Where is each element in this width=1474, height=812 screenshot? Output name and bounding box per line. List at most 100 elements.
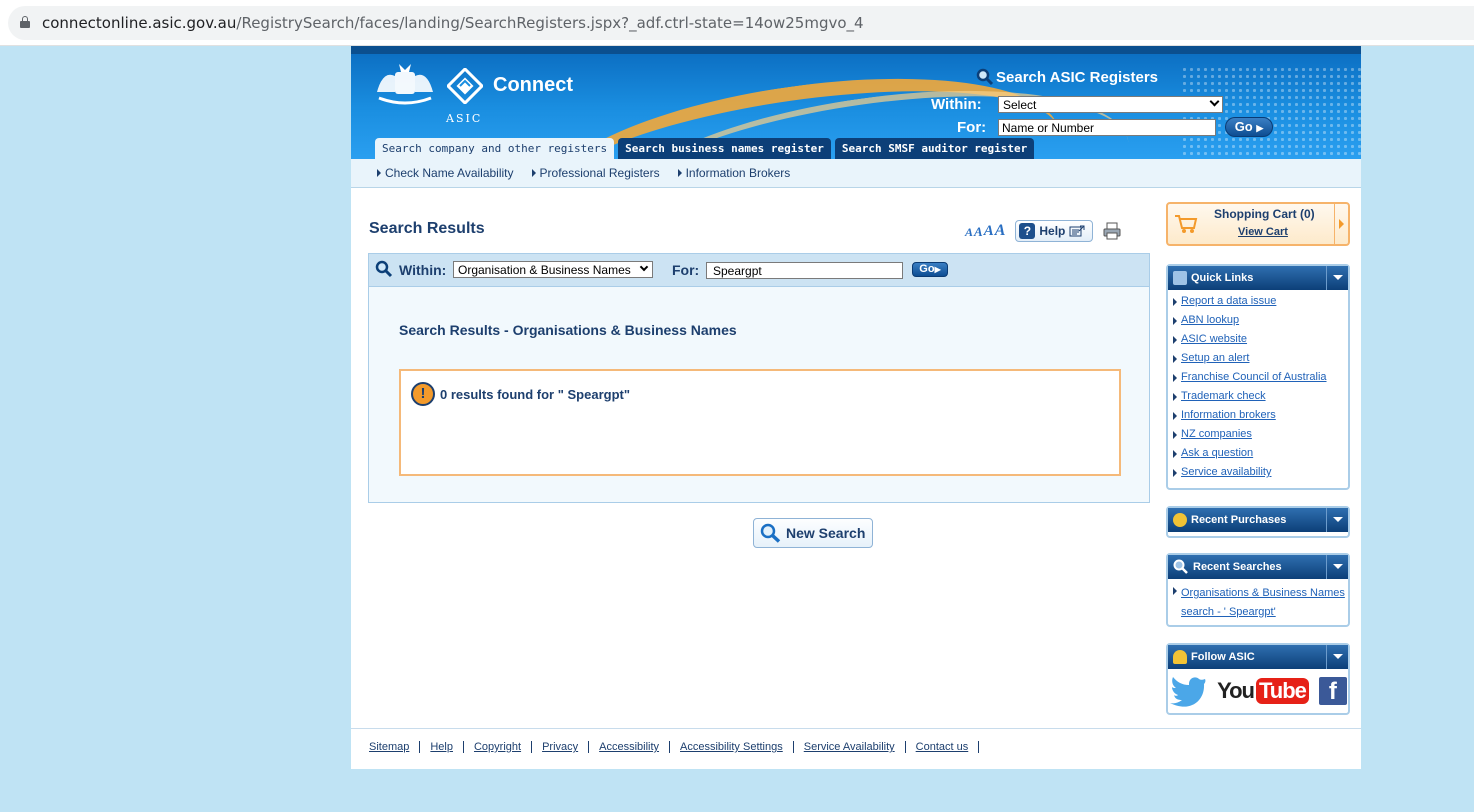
facebook-icon[interactable]: f: [1318, 677, 1347, 705]
url-path: /RegistrySearch/faces/landing/SearchRegi…: [236, 14, 864, 32]
header-for-input[interactable]: Name or Number: [998, 119, 1216, 136]
chevron-down-icon[interactable]: [1326, 266, 1348, 290]
warning-icon: !: [411, 382, 435, 406]
quick-link-abn-lookup[interactable]: ABN lookup: [1181, 314, 1239, 326]
footer-accessibility-settings[interactable]: Accessibility Settings: [680, 741, 783, 753]
quick-link-service-availability[interactable]: Service availability: [1181, 466, 1271, 478]
subnav-information-brokers[interactable]: Information Brokers: [677, 166, 791, 180]
twitter-icon[interactable]: [1169, 675, 1207, 707]
tab-company-registers[interactable]: Search company and other registers: [375, 138, 615, 159]
arrow-right-icon: [1173, 450, 1177, 458]
arrow-right-icon: [677, 169, 682, 177]
shopping-cart: Shopping Cart (0) View Cart: [1166, 202, 1350, 246]
footer-separator: [419, 741, 421, 753]
people-icon: [1173, 650, 1187, 664]
asic-connect-page: ASIC Connect Search ASIC Registers Withi…: [351, 46, 1361, 769]
results-within-select[interactable]: Organisation & Business Names: [453, 261, 653, 278]
quick-link-setup-alert[interactable]: Setup an alert: [1181, 352, 1250, 364]
help-label: Help: [1039, 224, 1066, 238]
header-top-strip: [351, 46, 1361, 54]
recent-searches-title: Recent Searches: [1193, 561, 1282, 573]
view-cart-link[interactable]: View Cart: [1238, 226, 1288, 238]
header-search-title-text: Search ASIC Registers: [996, 68, 1159, 86]
tab-smsf-auditor[interactable]: Search SMSF auditor register: [834, 138, 1035, 159]
recent-purchases-header[interactable]: Recent Purchases: [1168, 508, 1348, 532]
footer-accessibility[interactable]: Accessibility: [599, 741, 659, 753]
follow-asic-header[interactable]: Follow ASIC: [1168, 645, 1348, 669]
question-icon: ?: [1019, 223, 1036, 239]
cart-expand-arrow[interactable]: [1334, 204, 1348, 244]
footer-separator: [978, 741, 980, 753]
quick-link-report-data-issue[interactable]: Report a data issue: [1181, 295, 1276, 307]
new-search-button[interactable]: New Search: [753, 518, 873, 548]
list-item: Ask a question: [1173, 447, 1348, 466]
arrow-right-icon: [531, 169, 536, 177]
footer-service-availability[interactable]: Service Availability: [804, 741, 895, 753]
header-go-button[interactable]: Go ▶: [1225, 117, 1273, 137]
arrow-right-icon: [1173, 412, 1177, 420]
subnav-information-brokers-label: Information Brokers: [685, 166, 791, 180]
header-within-label: Within:: [931, 96, 982, 113]
footer-separator: [462, 741, 464, 753]
new-search-label: New Search: [786, 525, 866, 541]
list-item: Report a data issue: [1173, 295, 1348, 314]
footer-copyright[interactable]: Copyright: [474, 741, 521, 753]
footer-contact-us[interactable]: Contact us: [916, 741, 969, 753]
recent-search-link[interactable]: Organisations & Business Names search - …: [1181, 584, 1348, 622]
recent-searches-header[interactable]: Recent Searches: [1168, 555, 1348, 579]
text-size-medium-icon[interactable]: A: [974, 224, 983, 240]
header-go-label: Go: [1234, 119, 1253, 134]
chevron-down-icon[interactable]: [1326, 508, 1348, 532]
footer-sitemap[interactable]: Sitemap: [369, 741, 409, 753]
text-size-small-icon[interactable]: A: [965, 225, 973, 240]
follow-asic-title: Follow ASIC: [1191, 651, 1255, 663]
text-size-xlarge-icon[interactable]: A: [995, 222, 1006, 240]
chevron-down-icon: [639, 262, 649, 272]
lock-icon[interactable]: [20, 16, 30, 28]
quick-link-trademark-check[interactable]: Trademark check: [1181, 390, 1266, 402]
results-for-input[interactable]: Speargpt: [706, 262, 903, 279]
footer-privacy[interactable]: Privacy: [542, 741, 578, 753]
results-go-button[interactable]: Go▶: [912, 262, 948, 277]
quick-link-information-brokers[interactable]: Information brokers: [1181, 409, 1276, 421]
footer-separator: [531, 741, 533, 753]
sub-navigation: Check Name Availability Professional Reg…: [351, 159, 1361, 188]
recent-searches-list: Organisations & Business Names search - …: [1168, 579, 1348, 625]
results-go-label: Go: [919, 263, 935, 275]
arrow-right-icon: [1173, 587, 1177, 595]
print-icon[interactable]: [1103, 222, 1121, 240]
no-results-text: 0 results found for " Speargpt": [440, 387, 631, 402]
tab-business-names[interactable]: Search business names register: [618, 138, 831, 159]
asic-wordmark: ASIC: [446, 112, 483, 125]
chevron-down-icon[interactable]: [1326, 555, 1348, 579]
subnav-professional-registers[interactable]: Professional Registers: [531, 166, 660, 180]
header-within-select[interactable]: Select: [998, 96, 1223, 113]
arrow-right-icon: [1173, 374, 1177, 382]
quick-link-nz-companies[interactable]: NZ companies: [1181, 428, 1252, 440]
results-heading: Search Results - Organisations & Busines…: [399, 322, 737, 338]
magnifier-icon: [1173, 559, 1188, 574]
coins-icon: [1173, 513, 1187, 527]
page-tools: A A A A ? Help: [965, 220, 1121, 242]
help-button[interactable]: ? Help: [1015, 220, 1094, 242]
footer-separator: [904, 741, 906, 753]
arrow-right-icon: [1173, 431, 1177, 439]
recent-searches-panel: Recent Searches Organisations & Business…: [1166, 553, 1350, 627]
footer-separator: [669, 741, 671, 753]
footer-help[interactable]: Help: [430, 741, 453, 753]
shopping-cart-icon: [1175, 215, 1198, 233]
quick-link-asic-website[interactable]: ASIC website: [1181, 333, 1247, 345]
chevron-down-icon[interactable]: [1326, 645, 1348, 669]
url-text[interactable]: connectonline.asic.gov.au/RegistrySearch…: [42, 14, 864, 32]
quick-link-franchise-council[interactable]: Franchise Council of Australia: [1181, 371, 1327, 383]
magnifier-icon: [976, 68, 994, 86]
text-size-large-icon[interactable]: A: [984, 223, 994, 240]
quick-links-header[interactable]: Quick Links: [1168, 266, 1348, 290]
subnav-check-name[interactable]: Check Name Availability: [377, 166, 514, 180]
list-item: Service availability: [1173, 466, 1348, 485]
quick-link-ask-question[interactable]: Ask a question: [1181, 447, 1253, 459]
header-search-title: Search ASIC Registers: [976, 68, 1158, 86]
list-item: ABN lookup: [1173, 314, 1348, 333]
youtube-you-text: You: [1217, 678, 1255, 703]
youtube-icon[interactable]: You Tube: [1217, 678, 1309, 704]
